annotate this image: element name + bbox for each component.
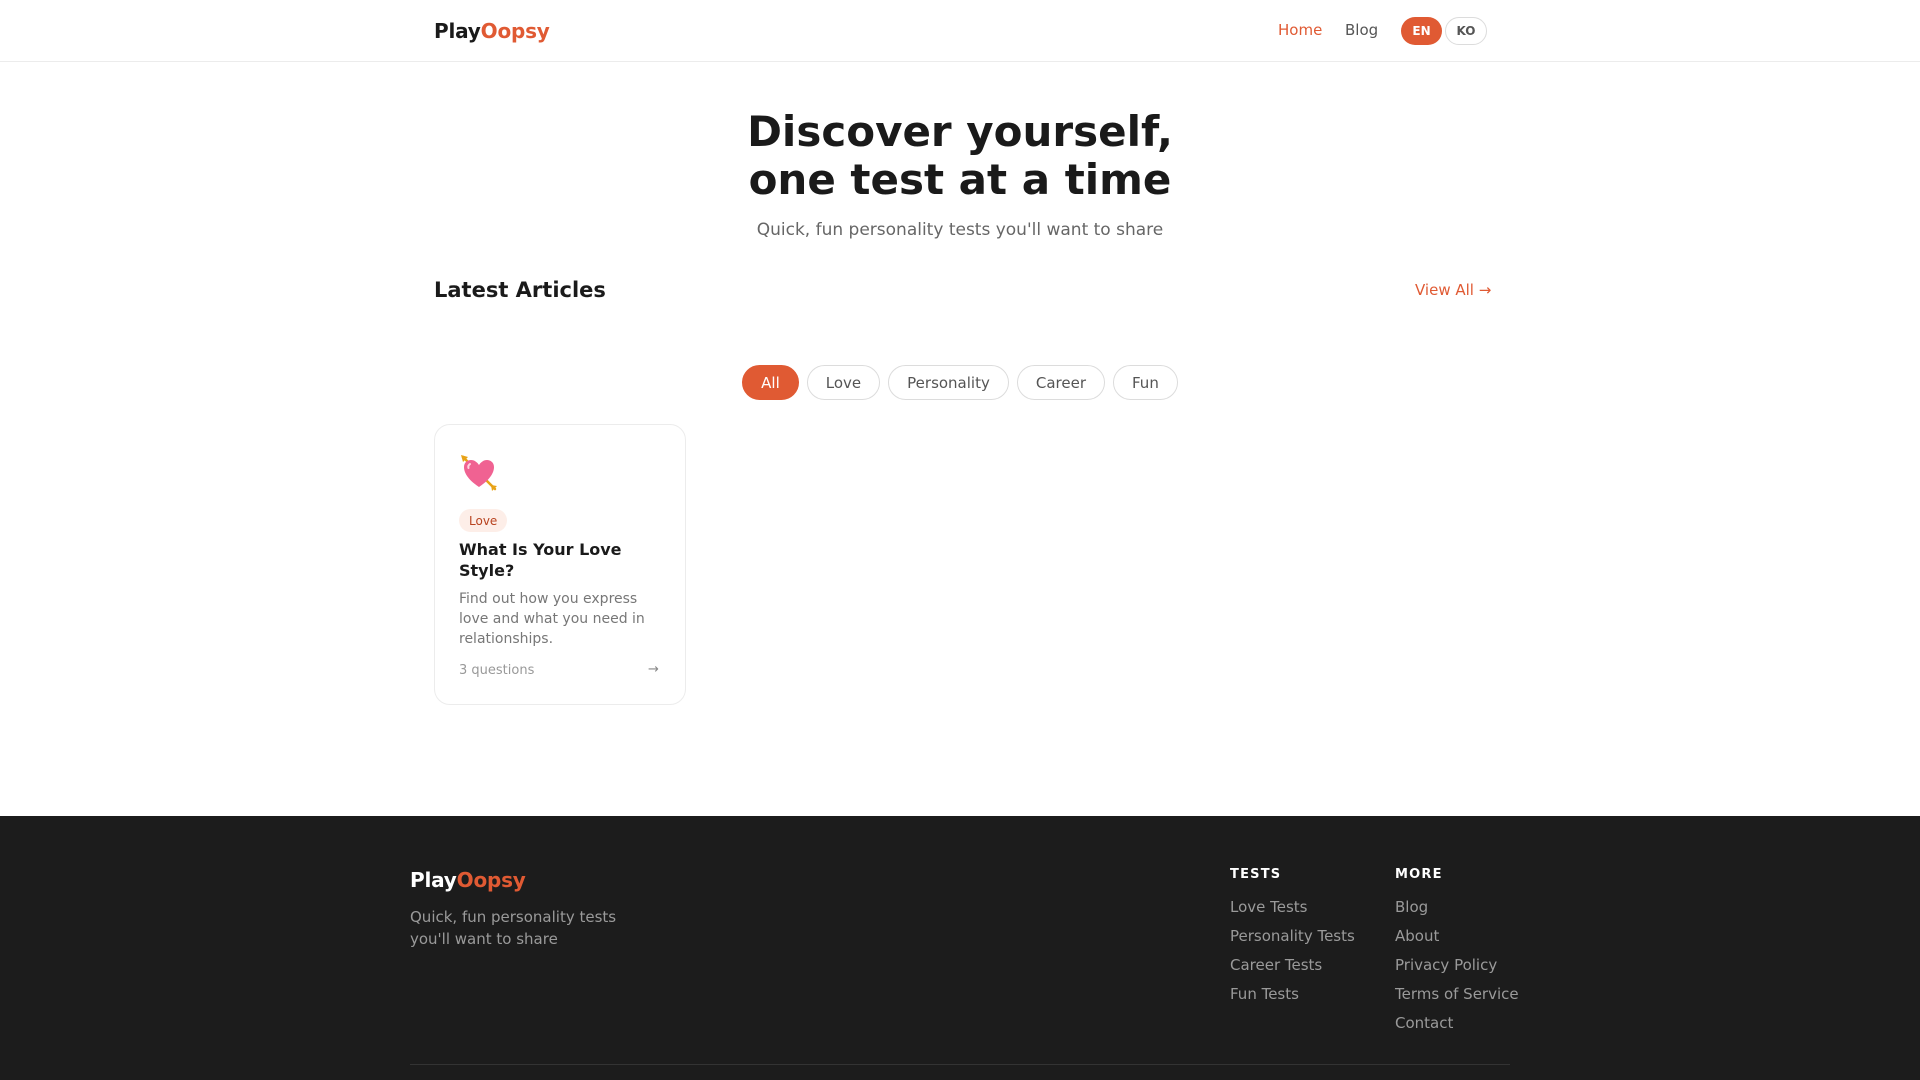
footer-link-personality-tests[interactable]: Personality Tests bbox=[1230, 927, 1355, 945]
site-logo[interactable]: PlayOopsy bbox=[434, 19, 550, 43]
site-footer: PlayOopsy Quick, fun personality tests y… bbox=[0, 816, 1920, 1080]
card-description: Find out how you express love and what y… bbox=[459, 591, 645, 647]
filter-fun[interactable]: Fun bbox=[1113, 365, 1178, 400]
hero-title: Discover yourself, one test at a time bbox=[560, 108, 1360, 204]
question-count: 3 questions bbox=[459, 663, 535, 678]
footer-tests-heading: TESTS bbox=[1230, 867, 1282, 882]
footer-link-contact[interactable]: Contact bbox=[1395, 1014, 1453, 1032]
latest-articles-heading: Latest Articles bbox=[434, 278, 606, 302]
footer-logo-text-play: Play bbox=[410, 868, 457, 892]
filter-love[interactable]: Love bbox=[806, 365, 881, 400]
logo-text-oopsy: Oopsy bbox=[480, 19, 550, 43]
hero-title-line1: Discover yourself, bbox=[747, 107, 1173, 156]
footer-link-privacy-policy[interactable]: Privacy Policy bbox=[1395, 956, 1497, 974]
logo-text-play: Play bbox=[434, 19, 481, 43]
footer-link-terms-of-service[interactable]: Terms of Service bbox=[1395, 985, 1519, 1003]
nav-blog-link[interactable]: Blog bbox=[1345, 21, 1378, 39]
footer-tagline: Quick, fun personality tests you'll want… bbox=[410, 908, 617, 948]
lang-en-button[interactable]: EN bbox=[1401, 17, 1442, 45]
hero-title-line2: one test at a time bbox=[748, 155, 1172, 204]
footer-link-about[interactable]: About bbox=[1395, 927, 1439, 945]
category-filters: All Love Personality Career Fun bbox=[0, 365, 1920, 400]
view-all-link[interactable]: View All → bbox=[1415, 281, 1491, 299]
arrow-right-icon: → bbox=[648, 662, 659, 677]
footer-divider bbox=[410, 1064, 1510, 1065]
category-tag: Love bbox=[459, 509, 508, 532]
heart-with-arrow-icon bbox=[461, 455, 497, 491]
footer-link-fun-tests[interactable]: Fun Tests bbox=[1230, 985, 1299, 1003]
footer-logo-text-oopsy: Oopsy bbox=[456, 868, 526, 892]
card-title: What Is Your Love Style? bbox=[459, 540, 622, 580]
filter-all[interactable]: All bbox=[742, 365, 799, 400]
article-card[interactable]: Love What Is Your Love Style? Find out h… bbox=[434, 424, 686, 705]
footer-link-love-tests[interactable]: Love Tests bbox=[1230, 898, 1308, 916]
footer-more-heading: MORE bbox=[1395, 867, 1443, 882]
footer-link-blog[interactable]: Blog bbox=[1395, 898, 1428, 916]
site-header: PlayOopsy Home Blog EN KO bbox=[0, 0, 1920, 62]
lang-ko-button[interactable]: KO bbox=[1445, 17, 1487, 45]
filter-career[interactable]: Career bbox=[1016, 365, 1105, 400]
footer-logo[interactable]: PlayOopsy bbox=[410, 868, 526, 892]
nav-home-link[interactable]: Home bbox=[1278, 21, 1322, 39]
hero-subtitle: Quick, fun personality tests you'll want… bbox=[756, 220, 1164, 240]
footer-link-career-tests[interactable]: Career Tests bbox=[1230, 956, 1322, 974]
filter-personality[interactable]: Personality bbox=[888, 365, 1009, 400]
